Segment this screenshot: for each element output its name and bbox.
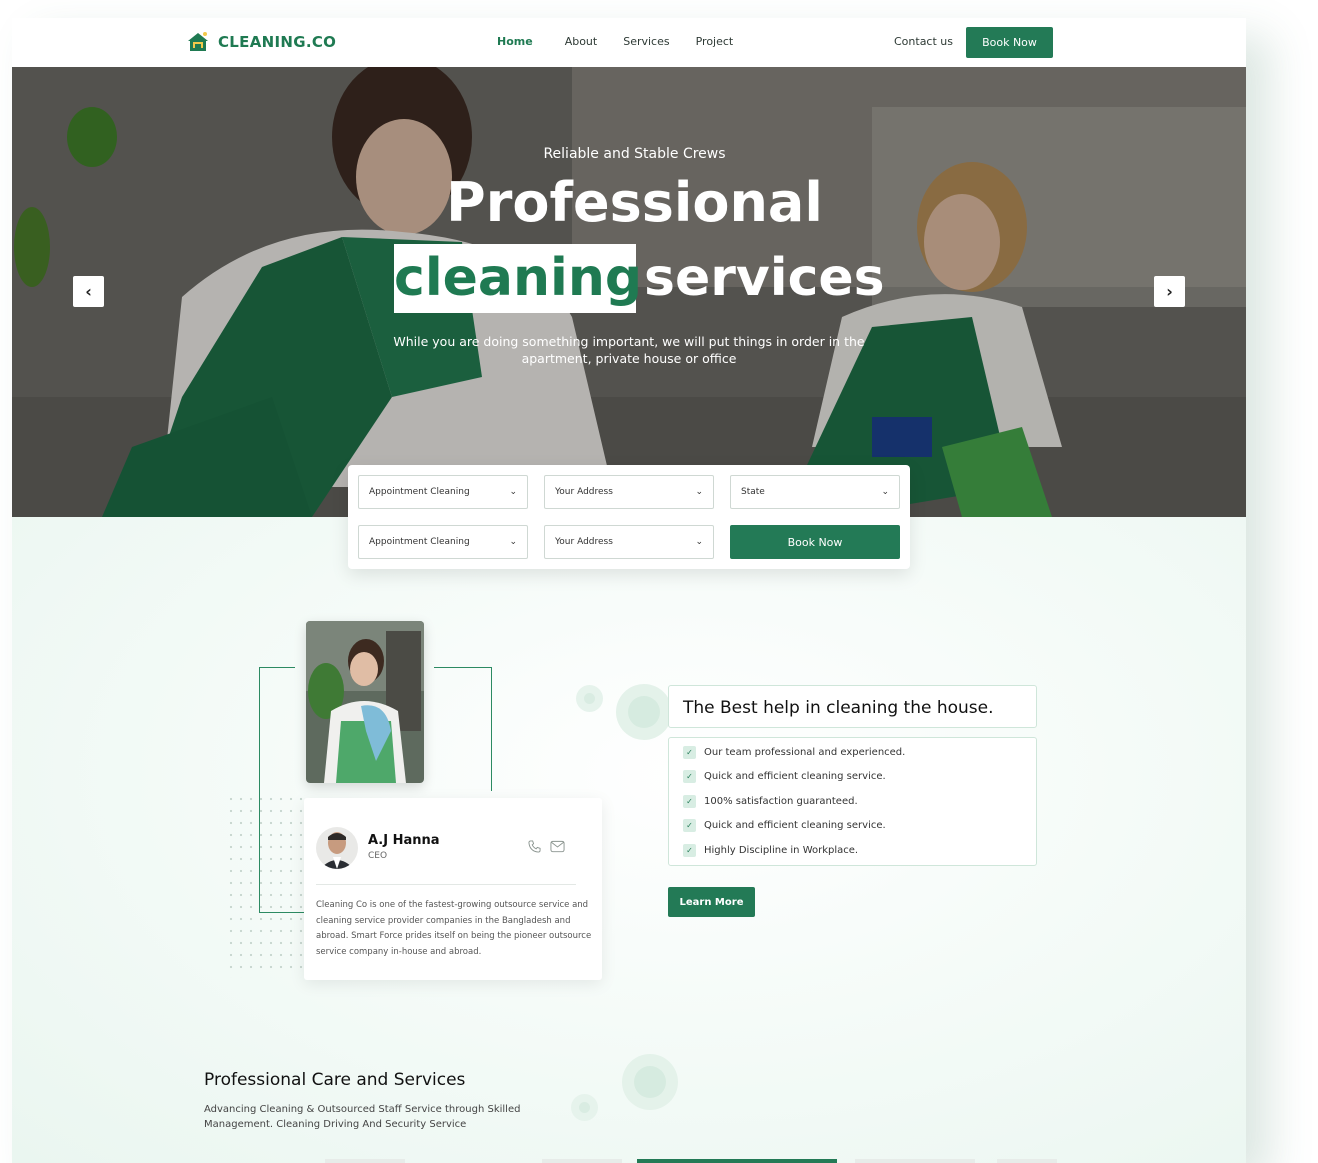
logo-house-icon [188,32,208,51]
nav-services[interactable]: Services [623,35,669,48]
nav-contact[interactable]: Contact us [894,35,953,48]
avatar [316,827,358,869]
list-item: ✓ Quick and efficient cleaning service. [683,770,886,783]
frame-line-right [491,667,492,791]
address-select-2[interactable]: Your Address ⌄ [544,525,714,559]
list-item: ✓ Highly Discipline in Workplace. [683,844,858,857]
check-icon: ✓ [683,844,696,857]
nav-home[interactable]: Home [497,35,533,48]
feature-text: 100% satisfaction guaranteed. [704,796,858,807]
deco-circle [628,696,660,728]
service-select[interactable]: Appointment Cleaning ⌄ [358,475,528,509]
deco-circle [634,1066,666,1098]
care-title: Professional Care and Services [204,1070,466,1090]
ceo-name: A.J Hanna [368,833,440,848]
check-icon: ✓ [683,819,696,832]
frame-line-top-right [434,667,491,668]
feature-list: ✓ Our team professional and experienced.… [668,737,1037,866]
brand-name: CLEANING.CO [218,33,337,51]
ceo-divider [316,884,576,885]
booking-form: Appointment Cleaning ⌄ Your Address ⌄ St… [348,465,910,569]
check-icon: ✓ [683,770,696,783]
cleaner-photo-image [306,621,424,783]
phone-icon[interactable] [528,840,541,853]
hero-title-line1: Professional [446,171,823,234]
header-book-now-button[interactable]: Book Now [966,27,1053,58]
feature-text: Highly Discipline in Workplace. [704,845,859,856]
feature-text: Our team professional and experienced. [704,747,906,758]
nav-about[interactable]: About [565,35,598,48]
slider-next-button[interactable]: › [1154,276,1185,307]
address-select-value: Your Address [555,487,613,497]
address-select-2-value: Your Address [555,537,613,547]
state-select[interactable]: State ⌄ [730,475,900,509]
slider-prev-button[interactable]: ‹ [73,276,104,307]
form-book-now-button[interactable]: Book Now [730,525,900,559]
state-select-value: State [741,487,765,497]
service-select-2-value: Appointment Cleaning [369,537,470,547]
service-select-2[interactable]: Appointment Cleaning ⌄ [358,525,528,559]
chevron-down-icon: ⌄ [509,487,517,497]
deco-circle [584,693,595,704]
check-icon: ✓ [683,746,696,759]
list-item: ✓ 100% satisfaction guaranteed. [683,795,858,808]
tab-preview[interactable] [855,1159,975,1163]
ceo-role: CEO [368,851,388,861]
help-heading: The Best help in cleaning the house. [683,698,994,718]
tab-preview[interactable] [997,1159,1057,1163]
learn-more-button[interactable]: Learn More [668,887,755,917]
hero-title-rest: services [644,248,885,308]
nav-project[interactable]: Project [696,35,734,48]
ceo-card: A.J Hanna CEO Cleaning Co is one of the … [304,798,602,980]
list-item: ✓ Our team professional and experienced. [683,746,905,759]
service-select-value: Appointment Cleaning [369,487,470,497]
hero-subtitle: While you are doing something important,… [393,334,865,366]
avatar-image [316,827,358,869]
hero-title-highlight: cleaning [394,248,643,308]
list-item: ✓ Quick and efficient cleaning service. [683,819,886,832]
feature-text: Quick and efficient cleaning service. [704,820,886,831]
hero-section: Reliable and Stable Crews Professional c… [12,67,1246,517]
chevron-left-icon: ‹ [85,282,92,301]
help-heading-box: The Best help in cleaning the house. [668,685,1037,728]
chevron-down-icon: ⌄ [881,487,889,497]
cleaner-photo [306,621,424,783]
chevron-down-icon: ⌄ [695,487,703,497]
logo[interactable]: CLEANING.CO [186,30,336,54]
care-description: Advancing Cleaning & Outsourced Staff Se… [204,1104,521,1130]
tab-preview-active[interactable] [637,1159,837,1163]
chevron-down-icon: ⌄ [509,537,517,547]
chevron-down-icon: ⌄ [695,537,703,547]
address-select[interactable]: Your Address ⌄ [544,475,714,509]
feature-text: Quick and efficient cleaning service. [704,771,886,782]
check-icon: ✓ [683,795,696,808]
page: CLEANING.CO Home About Services Project … [12,18,1246,1163]
ceo-description: Cleaning Co is one of the fastest-growin… [316,900,592,957]
mail-icon[interactable] [550,840,565,853]
frame-line-top-left [259,667,295,668]
hero-eyebrow: Reliable and Stable Crews [543,146,726,162]
tab-preview[interactable] [325,1159,405,1163]
deco-circle [579,1102,590,1113]
chevron-right-icon: › [1166,282,1173,301]
header: CLEANING.CO Home About Services Project … [12,18,1246,67]
tab-preview[interactable] [542,1159,622,1163]
main-nav: Home About Services Project [497,35,759,48]
